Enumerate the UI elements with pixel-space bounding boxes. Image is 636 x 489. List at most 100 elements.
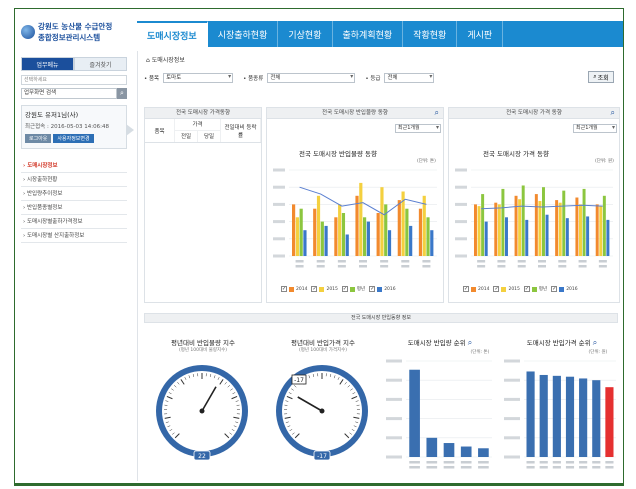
x-tick-label [552, 461, 561, 464]
rank1-unit: (단위: 톤) [470, 350, 490, 355]
y-tick-label [504, 436, 520, 440]
bar [422, 195, 426, 256]
bar [366, 221, 370, 256]
price-chart-title: 전국 도매시장 가격 동향 [483, 150, 549, 158]
gauge1-subtitle: (평년 100대비 물량지수) [178, 348, 228, 353]
menu-select[interactable]: 선택하세요 [21, 75, 127, 85]
x-tick-label [605, 461, 614, 464]
gauge2-subtitle: (평년 100대비 가격지수) [298, 348, 348, 353]
app-logo[interactable]: 강원도 농산물 수급안정 종합정보관리시스템 [21, 15, 131, 49]
x-tick-label [592, 461, 601, 464]
nav-crop-status[interactable]: 작황현황 [403, 21, 458, 47]
zoom-icon[interactable]: ⌕ [593, 338, 597, 347]
side-menu: › 도매시장정보 › 시장출하현황 › 반입량추이정보 › 반입품종별정보 › … [21, 159, 127, 243]
volume-chart-panel: 전국 도매시장 반입물량 동향 ⌕ 최근1개월 전국 도매시장 반입물량 동향 (… [266, 107, 444, 303]
bar [599, 206, 603, 256]
menu-search-input[interactable]: 업무화면 검색 [21, 88, 117, 99]
bar [481, 194, 485, 256]
app-frame: 강원도 농산물 수급안정 종합정보관리시스템 도매시장정보 시장출하현황 기상현… [14, 8, 624, 484]
price-index-gauge: -17 -17 [276, 365, 368, 461]
x-tick-label [539, 466, 548, 469]
col-prev-day: 전일 [175, 130, 198, 142]
user-info-box: 강원도 유저1님(사) 최근접속 : 2016-05-03 14:06:48 로… [21, 105, 134, 149]
bar [539, 374, 548, 457]
x-tick-label [359, 265, 367, 268]
y-tick-label [273, 202, 285, 206]
bar [299, 208, 303, 256]
x-tick-label [539, 461, 548, 464]
x-tick-label [443, 461, 455, 464]
y-tick-label [504, 455, 520, 459]
menu-item-shipment[interactable]: › 시장출하현황 [21, 173, 127, 187]
x-tick-label [295, 260, 304, 263]
y-tick-label [386, 417, 402, 421]
legend-item[interactable]: ✓ 2016 [551, 286, 578, 292]
tab-work-menu[interactable]: 업무메뉴 [21, 57, 74, 71]
x-tick-label [426, 461, 438, 464]
logout-button[interactable]: 로그아웃 [25, 134, 52, 143]
bar [345, 234, 349, 256]
bar [334, 217, 338, 256]
x-tick-label [401, 265, 410, 268]
filter-item-select[interactable]: 토마토 [163, 73, 234, 83]
y-tick-label [386, 378, 402, 382]
x-tick-label [558, 265, 567, 268]
menu-item-variety[interactable]: › 반입품종별정보 [21, 201, 127, 215]
legend-item[interactable]: ✓ 2014 [281, 286, 307, 292]
gauge2-title: 평년대비 반입가격 지수 [291, 339, 355, 347]
bar [295, 217, 299, 256]
zoom-icon[interactable]: ⌕ [611, 107, 615, 118]
filter-kind-select[interactable]: 전체 [267, 73, 356, 83]
bar [478, 448, 489, 457]
x-tick-label [380, 265, 389, 268]
legend-item[interactable]: ✓ 2016 [369, 286, 396, 292]
filter-grade-select[interactable]: 전체 [384, 73, 435, 83]
bar [605, 387, 614, 457]
y-tick-label [273, 254, 285, 258]
nav-weather[interactable]: 기상현황 [278, 21, 333, 47]
breadcrumb: ⌂ 도매시장정보 [146, 57, 185, 64]
menu-item-market-price[interactable]: › 도매시장별출하가격정보 [21, 215, 127, 229]
bar [518, 199, 522, 256]
nav-market-shipment[interactable]: 시장출하현황 [208, 21, 279, 47]
legend-item[interactable]: ✓ 평년 [341, 286, 365, 292]
x-tick-label [538, 260, 546, 263]
search-button[interactable]: ⌕ 조회 [588, 71, 614, 83]
tab-favorites[interactable]: 즐겨찾기 [74, 57, 127, 71]
y-tick-label [455, 237, 467, 241]
bar [579, 204, 582, 256]
bar [562, 190, 566, 256]
price-period-select[interactable]: 최근1개월 [573, 124, 617, 133]
nav-board[interactable]: 게시판 [457, 21, 504, 47]
bar [443, 443, 455, 457]
bar [538, 200, 542, 256]
volume-period-select[interactable]: 최근1개월 [395, 124, 441, 133]
bar [426, 217, 430, 256]
menu-item-wholesale[interactable]: › 도매시장정보 [21, 159, 127, 173]
logo-title-line1: 강원도 농산물 수급안정 [38, 22, 113, 31]
y-tick-label [504, 417, 520, 421]
bar [405, 208, 409, 256]
bar [494, 202, 498, 256]
edit-user-button[interactable]: 사용자정보변경 [53, 134, 94, 143]
rank2-unit: (단위: 원) [588, 350, 608, 355]
collapse-arrow-icon[interactable] [126, 124, 134, 136]
price-rank-chart [504, 359, 616, 469]
zoom-icon[interactable]: ⌕ [435, 107, 439, 118]
legend-item[interactable]: ✓ 2015 [311, 286, 338, 292]
bar [595, 204, 599, 256]
nav-shipment-plan[interactable]: 출하계획현황 [333, 21, 404, 47]
legend-item[interactable]: ✓ 2014 [463, 286, 489, 292]
y-tick-label [504, 378, 520, 382]
bar [474, 204, 477, 256]
nav-wholesale-market[interactable]: 도매시장정보 [137, 21, 208, 47]
bar [380, 187, 384, 256]
menu-item-origin-shipment[interactable]: › 도매시장별 산지출하정보 [21, 229, 127, 243]
bar [552, 375, 561, 457]
col-change-rate: 전일대비 등락률 [221, 119, 261, 142]
search-icon[interactable]: ⌕ [117, 88, 127, 99]
legend-item[interactable]: ✓ 2015 [493, 286, 520, 292]
legend-item[interactable]: ✓ 평년 [523, 286, 547, 292]
menu-item-volume-trend[interactable]: › 반입량추이정보 [21, 187, 127, 201]
zoom-icon[interactable]: ⌕ [468, 338, 472, 347]
